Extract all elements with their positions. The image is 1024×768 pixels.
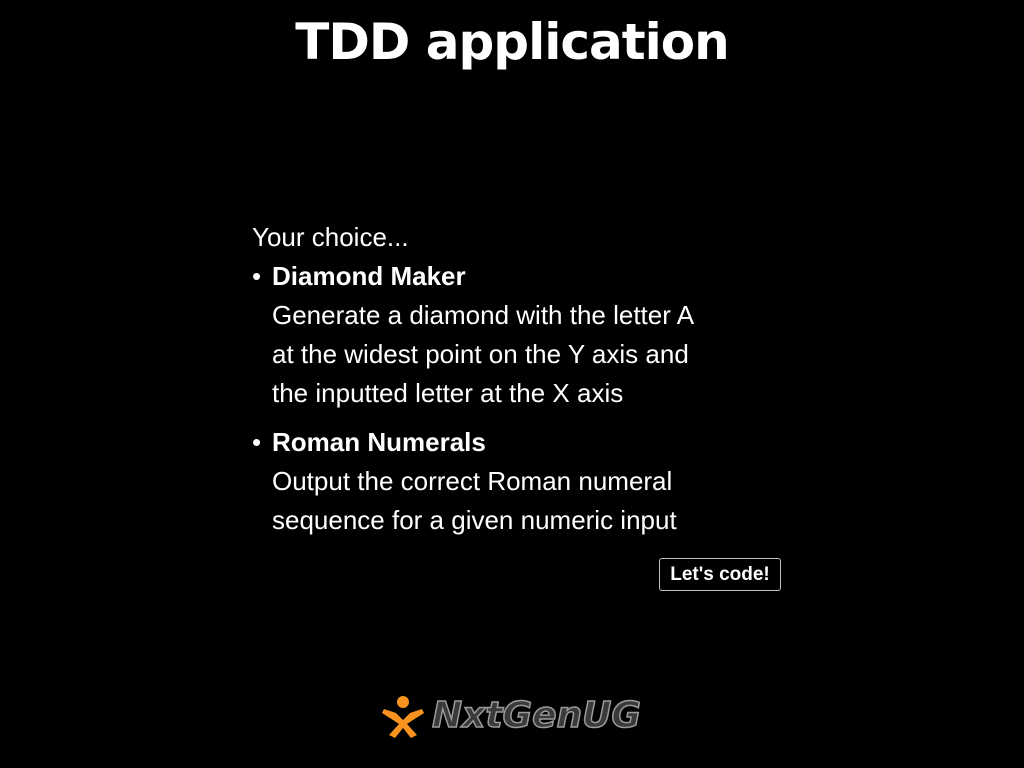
bullet-marker: • bbox=[252, 261, 262, 291]
description-line: sequence for a given numeric input bbox=[272, 505, 677, 535]
lets-code-button[interactable]: Let's code! bbox=[659, 558, 781, 591]
description-line: Generate a diamond with the letter A bbox=[272, 300, 695, 330]
list-item-diamond-maker[interactable]: • Diamond Maker Generate a diamond with … bbox=[252, 257, 812, 413]
choice-description: Output the correct Roman numeral sequenc… bbox=[272, 462, 812, 540]
choice-panel: Your choice... • Diamond Maker Generate … bbox=[252, 218, 812, 550]
choice-title[interactable]: Diamond Maker bbox=[272, 257, 812, 296]
choice-title[interactable]: Roman Numerals bbox=[272, 423, 812, 462]
description-line: the inputted letter at the X axis bbox=[272, 378, 624, 408]
choice-list: • Diamond Maker Generate a diamond with … bbox=[252, 257, 812, 540]
footer-logo: NxtGenUG bbox=[380, 692, 642, 740]
list-item-roman-numerals[interactable]: • Roman Numerals Output the correct Roma… bbox=[252, 423, 812, 540]
choice-intro: Your choice... bbox=[252, 222, 409, 252]
person-star-icon bbox=[382, 696, 424, 738]
bullet-marker: • bbox=[252, 427, 262, 457]
description-line: at the widest point on the Y axis and bbox=[272, 339, 689, 369]
description-line: Output the correct Roman numeral bbox=[272, 466, 673, 496]
choice-description: Generate a diamond with the letter A at … bbox=[272, 296, 812, 413]
logo-wordmark: NxtGenUG bbox=[431, 694, 641, 737]
page-title: TDD application bbox=[295, 13, 730, 71]
